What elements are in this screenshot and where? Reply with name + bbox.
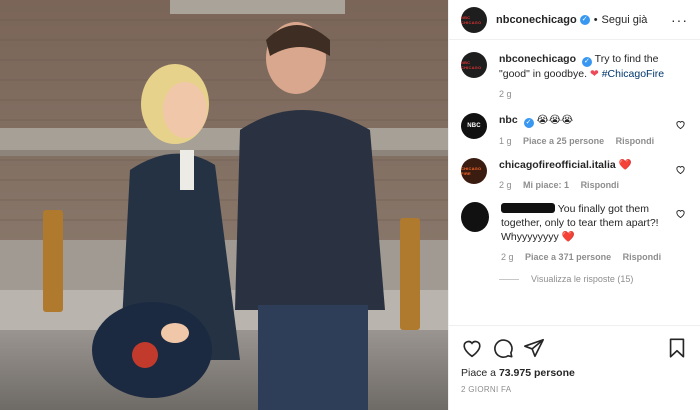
comment-icon[interactable] <box>492 337 514 359</box>
likes-summary[interactable]: Piace a 73.975 persone <box>461 367 688 379</box>
comment-avatar[interactable]: CHICAGO FIRE <box>461 158 487 184</box>
post-sidebar: NBC CHICAGO nbconechicago ✓ • Segui già … <box>448 0 700 410</box>
comment-username[interactable]: nbc <box>499 114 518 126</box>
verified-icon: ✓ <box>581 57 592 67</box>
redacted-username <box>501 203 555 213</box>
post-timestamp: 2 GIORNI FA <box>461 385 512 394</box>
caption-age: 2 g <box>499 89 512 99</box>
post-actions: Piace a 73.975 persone 2 GIORNI FA <box>449 325 700 394</box>
heart-icon[interactable] <box>461 337 483 359</box>
view-replies-button[interactable]: Visualizza le risposte (15) <box>499 274 688 284</box>
likes-suffix: persone <box>534 367 575 379</box>
comment-avatar-logo: NBC <box>467 123 481 129</box>
comment: You finally got them together, only to t… <box>461 202 688 262</box>
post-header: NBC CHICAGO nbconechicago ✓ • Segui già … <box>449 0 700 40</box>
share-icon[interactable] <box>523 337 545 359</box>
comment-reply-button[interactable]: Rispondi <box>616 136 655 146</box>
account-avatar[interactable]: NBC CHICAGO <box>461 6 487 33</box>
replies-line <box>499 278 519 280</box>
comments-list: NBC CHICAGO nbconechicago ✓ Try to find … <box>449 40 700 326</box>
caption-hashtag[interactable]: #ChicagoFire <box>602 68 664 80</box>
view-replies-label: Visualizza le risposte (15) <box>531 274 634 284</box>
comment-avatar[interactable]: NBC <box>461 113 487 139</box>
account-avatar[interactable]: NBC CHICAGO <box>461 52 487 78</box>
heart-icon[interactable] <box>675 164 686 175</box>
likes-prefix: Piace a <box>461 367 497 379</box>
account-avatar-logo: NBC CHICAGO <box>461 14 482 25</box>
account-username[interactable]: nbconechicago <box>496 14 577 26</box>
post-photo[interactable] <box>0 0 448 410</box>
comment-likes[interactable]: Piace a 371 persone <box>525 252 611 262</box>
comment-text: 😭😭😭 <box>536 114 574 126</box>
comment-username[interactable]: chicagofireofficial.italia <box>499 159 616 171</box>
comment: CHICAGO FIRE chicagofireofficial.italia … <box>461 158 688 190</box>
separator-dot: • <box>593 13 598 26</box>
verified-icon: ✓ <box>523 118 534 128</box>
heart-emoji: ❤️ <box>561 231 575 243</box>
comment-age: 1 g <box>499 136 512 146</box>
more-icon[interactable]: ··· <box>671 12 688 28</box>
comment-reply-button[interactable]: Rispondi <box>623 252 662 262</box>
likes-count: 73.975 <box>498 367 532 379</box>
post-caption: NBC CHICAGO nbconechicago ✓ Try to find … <box>461 52 688 99</box>
comment-text: ❤️ <box>618 159 632 171</box>
comment: NBC nbc ✓ 😭😭😭 1 g Piace a 25 persone Ris… <box>461 113 688 146</box>
action-icons <box>461 336 688 360</box>
comment-likes[interactable]: Mi piace: 1 <box>523 180 569 190</box>
comment-avatar[interactable] <box>461 202 489 232</box>
follow-status-button[interactable]: Segui già <box>602 14 648 26</box>
heart-icon[interactable] <box>675 119 686 130</box>
heart-emoji: ❤ <box>589 68 599 80</box>
caption-username[interactable]: nbconechicago <box>499 53 576 65</box>
comment-reply-button[interactable]: Rispondi <box>581 180 620 190</box>
comment-avatar-logo: CHICAGO FIRE <box>461 166 482 176</box>
comment-age: 2 g <box>499 180 512 190</box>
heart-icon[interactable] <box>675 208 686 219</box>
verified-icon: ✓ <box>579 14 590 25</box>
bookmark-icon[interactable] <box>666 337 688 359</box>
account-avatar-logo: NBC CHICAGO <box>461 60 482 70</box>
photo-scene <box>0 0 448 410</box>
comment-likes[interactable]: Piace a 25 persone <box>523 136 604 146</box>
comment-age: 2 g <box>501 252 514 262</box>
